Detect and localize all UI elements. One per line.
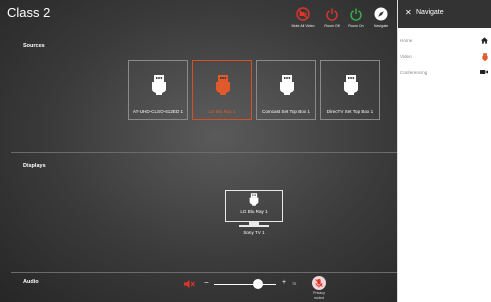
volume-slider-knob[interactable] [253,279,263,289]
close-icon[interactable]: ✕ [405,8,412,17]
nav-item-conferencing[interactable]: Conferencing [397,66,491,79]
nav-item-home[interactable]: Home [397,34,491,47]
mute-video-icon [296,7,310,21]
page-title: Class 2 [7,5,51,20]
microphone-muted-icon [312,276,326,290]
video-camera-icon [480,70,488,74]
source-label: DirecTV Set Top Box 1 [326,109,374,114]
displays-heading: Displays [23,163,46,169]
section-divider [11,272,397,273]
privacy-label-line2: muted [314,295,324,300]
hdmi-icon [152,75,166,95]
source-label: LG Blu Ray 1 [208,109,236,114]
hdmi-icon [280,75,294,95]
hdmi-icon [249,193,259,206]
navigate-panel-header [398,0,491,28]
display-name: Sony TV 1 [243,230,265,235]
source-tile[interactable]: DirecTV Set Top Box 1 [320,60,380,120]
compass-icon [374,7,388,21]
source-tile-selected[interactable]: LG Blu Ray 1 [192,60,252,120]
source-tile[interactable]: AT-UHD-CLSO-612ED 1 [128,60,188,120]
volume-slider-track[interactable] [214,284,276,285]
volume-down-button[interactable]: − [204,278,209,287]
section-divider [11,152,397,153]
display-source-label: LG Blu Ray 1 [240,209,268,214]
main-panel: Class 2 Mute All Video Room Off Room On … [0,0,397,302]
hdmi-icon [482,53,488,61]
sources-heading: Sources [23,43,45,49]
nav-item-video[interactable]: Video [397,50,491,63]
navigate-panel-title: Navigate [416,9,444,16]
navigate-label: Navigate [373,24,389,28]
home-icon [481,37,488,44]
privacy-label: Privacy muted [303,291,335,300]
source-label: AT-UHD-CLSO-612ED 1 [132,109,184,114]
nav-item-label: Home [400,38,413,43]
app: Class 2 Mute All Video Room Off Room On … [0,0,491,302]
speaker-muted-icon[interactable] [184,279,195,289]
source-tile[interactable]: Comcast Set Top Box 1 [256,60,316,120]
nav-item-label: Conferencing [400,70,428,75]
hdmi-icon [344,75,358,95]
volume-up-button[interactable]: + [282,279,286,286]
privacy-mute-button[interactable] [312,276,326,290]
volume-value: 70 [292,282,297,286]
hdmi-icon [216,75,230,95]
display-base [239,225,269,227]
nav-item-label: Video [400,54,412,59]
display-tile[interactable]: LG Blu Ray 1 [225,190,283,230]
navigate-button[interactable]: Navigate [361,7,401,28]
audio-heading: Audio [23,279,39,285]
source-label: Comcast Set Top Box 1 [262,109,310,114]
